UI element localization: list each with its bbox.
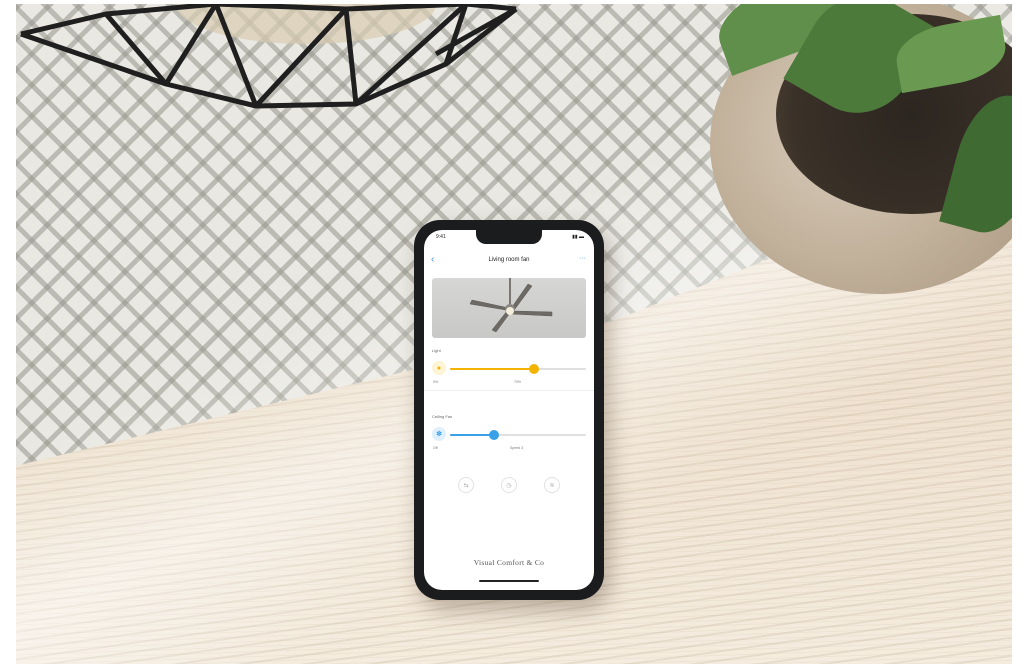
light-slider-knob[interactable] <box>529 364 540 374</box>
more-button[interactable]: ··· <box>579 255 586 262</box>
smartphone: 9:41 ▮▮ ▬ ‹ Living room fan ··· Light ● … <box>414 220 604 600</box>
home-indicator[interactable] <box>479 580 539 582</box>
fan-slider-knob[interactable] <box>488 430 499 440</box>
status-time: 9:41 <box>436 234 446 240</box>
phone-notch <box>476 230 542 244</box>
wire-lamp <box>20 4 518 109</box>
timer-icon: ◷ <box>506 482 512 489</box>
light-min-label: 0% <box>433 380 439 384</box>
timer-button[interactable]: ◷ <box>501 477 517 493</box>
light-slider[interactable] <box>450 364 586 374</box>
light-section-label: Light <box>432 348 441 353</box>
section-divider <box>424 390 594 391</box>
ceiling-fan-photo <box>432 278 586 338</box>
fan-max-label: Speed 3 <box>510 446 524 450</box>
fan-min-label: Off <box>433 446 438 450</box>
fan-section-label: Ceiling Fan <box>432 414 453 419</box>
light-slider-fill <box>450 368 535 370</box>
light-max-label: 70% <box>514 380 522 384</box>
reverse-icon: ⇆ <box>463 482 469 489</box>
reverse-button[interactable]: ⇆ <box>458 477 474 493</box>
status-icons: ▮▮ ▬ <box>572 234 584 240</box>
breeze-icon: ≋ <box>549 482 555 489</box>
device-title: Living room fan <box>488 257 530 263</box>
lightbulb-icon[interactable]: ● <box>432 361 446 375</box>
brand-logo: Visual Comfort & Co <box>473 558 545 567</box>
fan-slider-fill <box>450 434 494 436</box>
breeze-button[interactable]: ≋ <box>544 477 560 493</box>
phone-screen: 9:41 ▮▮ ▬ ‹ Living room fan ··· Light ● … <box>424 230 594 590</box>
fan-icon[interactable]: ✽ <box>432 427 446 441</box>
fan-speed-slider[interactable] <box>450 430 586 440</box>
